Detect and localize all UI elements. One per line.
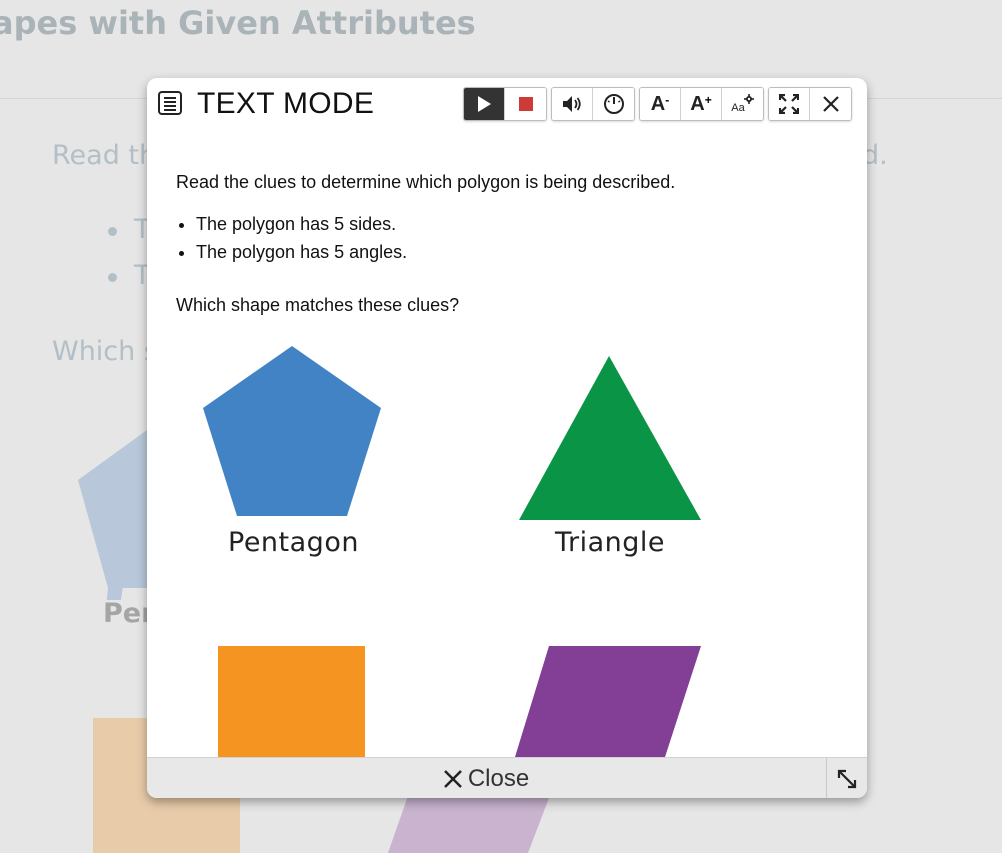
audio-controls (551, 87, 635, 121)
volume-icon (563, 96, 581, 112)
bg-question-text: Which s (52, 336, 158, 367)
stop-icon (518, 97, 533, 111)
bg-pentagon-shape (78, 430, 147, 600)
text-mode-dialog: TEXT MODE A - A + Aa Read the clues to d… (147, 78, 867, 798)
increase-font-button[interactable]: A + (681, 88, 722, 120)
bg-bullet (108, 273, 117, 282)
fullscreen-button[interactable] (769, 88, 810, 120)
pentagon-option[interactable] (202, 346, 382, 518)
fullscreen-icon (779, 94, 799, 114)
parallelogram-option[interactable] (515, 646, 701, 757)
square-option[interactable] (218, 646, 365, 757)
decrease-font-button[interactable]: A- (640, 88, 681, 120)
speed-gauge-icon (603, 94, 624, 114)
resize-button[interactable] (826, 758, 867, 798)
window-controls (768, 87, 852, 121)
dialog-header: TEXT MODE A - A + Aa (147, 78, 867, 136)
playback-controls (463, 87, 547, 121)
resize-icon (837, 769, 857, 788)
close-button-label: Close (467, 764, 530, 792)
close-dialog-button[interactable] (810, 88, 851, 120)
dialog-footer: Close (147, 757, 867, 798)
speed-button[interactable] (593, 88, 634, 120)
parallelogram-shape (515, 646, 701, 757)
font-size-controls: A- A + Aa (639, 87, 764, 121)
clue-item: The polygon has 5 sides. (196, 210, 796, 238)
play-button[interactable] (464, 88, 505, 120)
bg-prompt-text: Read th (52, 140, 157, 171)
volume-button[interactable] (552, 88, 593, 120)
dialog-title: TEXT MODE (197, 87, 375, 120)
page-title: apes with Given Attributes (0, 4, 476, 42)
clue-item: The polygon has 5 angles. (196, 238, 796, 266)
triangle-label: Triangle (555, 527, 666, 558)
close-icon (822, 96, 839, 112)
increase-font-label: A (690, 92, 705, 115)
bg-bullet (108, 227, 117, 236)
pentagon-label: Pentagon (228, 527, 359, 558)
decrease-font-label: A (650, 92, 666, 115)
increase-font-sign: + (704, 93, 712, 107)
play-icon (478, 96, 491, 112)
pentagon-shape (203, 346, 381, 516)
text-mode-icon (158, 91, 182, 115)
triangle-shape (519, 356, 701, 520)
decrease-font-sign: - (665, 93, 670, 107)
gear-icon (743, 94, 754, 104)
stop-button[interactable] (505, 88, 546, 120)
bg-parallelogram-shape (388, 790, 552, 853)
prompt-text: Read the clues to determine which polygo… (176, 172, 676, 192)
clue-list: The polygon has 5 sides. The polygon has… (176, 210, 796, 266)
close-button[interactable]: Close (147, 758, 826, 798)
triangle-option[interactable] (519, 356, 701, 520)
close-x-icon (443, 769, 462, 788)
font-settings-label: Aa (731, 102, 745, 114)
font-settings-button[interactable]: Aa (722, 88, 763, 120)
question-text: Which shape matches these clues? (176, 295, 460, 315)
